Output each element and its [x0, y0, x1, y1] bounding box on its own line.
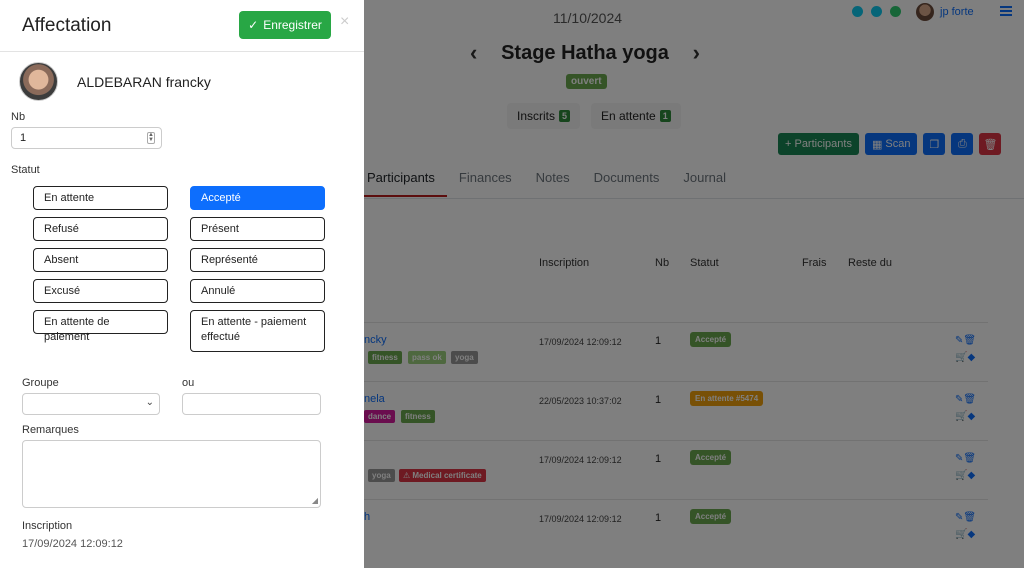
panel-header: Affectation ✓ Enregistrer × [0, 0, 364, 52]
inscription-value: 17/09/2024 12:09:12 [22, 538, 123, 550]
close-icon[interactable]: × [340, 13, 349, 31]
person-avatar [19, 62, 58, 101]
panel-title: Affectation [22, 15, 112, 36]
ou-input[interactable] [182, 393, 321, 415]
nb-value: 1 [20, 132, 27, 144]
remarques-label: Remarques [22, 424, 79, 436]
chevron-down-icon: ⌄ [145, 397, 154, 408]
groupe-label: Groupe [22, 377, 59, 389]
check-icon: ✓ [248, 18, 259, 32]
groupe-select[interactable]: ⌄ [22, 393, 160, 415]
ou-label: ou [182, 377, 195, 389]
status-option-en-attente-paiement[interactable]: En attente de paiement [33, 310, 168, 343]
status-option-en-attente[interactable]: En attente [33, 186, 168, 210]
status-option-absent[interactable]: Absent [33, 248, 168, 272]
status-option-present[interactable]: Présent [190, 217, 325, 241]
status-option-paiement-effectue[interactable]: En attente - paiement effectué [190, 310, 325, 352]
status-option-accepte[interactable]: Accepté [190, 186, 325, 210]
status-option-refuse[interactable]: Refusé [33, 217, 168, 241]
status-option-represente[interactable]: Représenté [190, 248, 325, 272]
nb-stepper[interactable]: 1 ▲ ▼ [11, 127, 162, 149]
person-name: ALDEBARAN francky [77, 74, 211, 90]
affectation-panel: Affectation ✓ Enregistrer × ALDEBARAN fr… [0, 0, 364, 568]
remarques-textarea[interactable]: ◢ [22, 440, 321, 508]
save-button[interactable]: ✓ Enregistrer [239, 11, 331, 39]
nb-label: Nb [11, 111, 26, 123]
save-label: Enregistrer [263, 18, 322, 32]
inscription-label: Inscription [22, 520, 73, 532]
spinner-arrows-icon[interactable]: ▲ ▼ [147, 132, 155, 144]
status-option-annule[interactable]: Annulé [190, 279, 325, 303]
status-option-excuse[interactable]: Excusé [33, 279, 168, 303]
statut-label: Statut [11, 164, 40, 176]
resize-handle-icon[interactable]: ◢ [312, 496, 318, 505]
